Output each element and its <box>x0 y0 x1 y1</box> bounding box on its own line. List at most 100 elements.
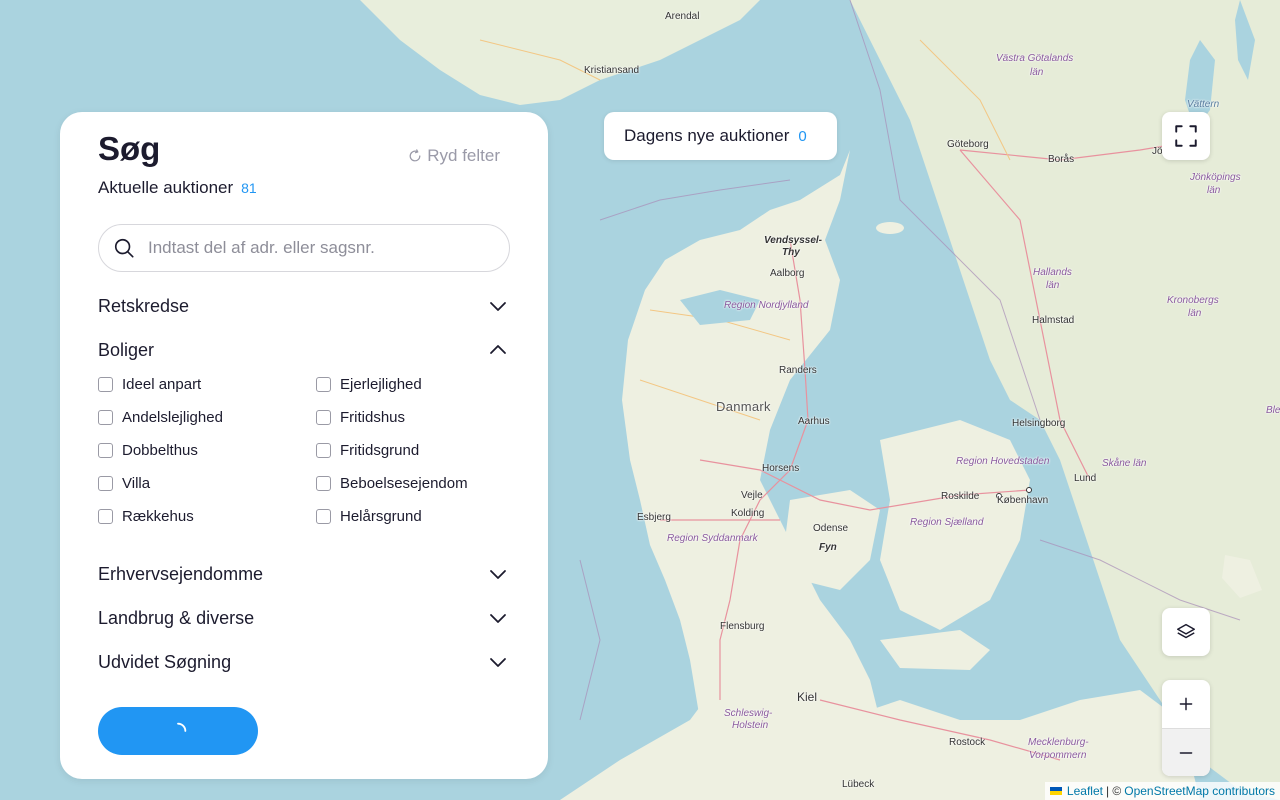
todays-new-auctions[interactable]: Dagens nye auktioner 0 <box>604 112 837 160</box>
region-label: Schleswig- <box>724 708 773 719</box>
checkbox-label: Helårsgrund <box>340 507 422 525</box>
place-label: Halmstad <box>1032 315 1075 326</box>
region-label: län <box>1207 185 1221 196</box>
ukraine-flag-icon <box>1049 787 1062 795</box>
search-submit-button[interactable] <box>98 707 258 755</box>
checkbox-box[interactable] <box>316 376 331 392</box>
map-attribution: Leaflet | © OpenStreetMap contributors <box>1044 782 1280 800</box>
region-label: Vendsyssel- <box>764 235 822 246</box>
checkbox-ejerlejlighed[interactable]: Ejerlejlighed <box>316 374 510 394</box>
section-udvidet-soegning[interactable]: Udvidet Søgning <box>98 648 510 676</box>
boliger-options: Ideel anpart Ejerlejlighed Andelslejligh… <box>98 374 510 526</box>
checkbox-box[interactable] <box>316 409 331 425</box>
zoom-control <box>1162 680 1210 776</box>
place-label: Vejle <box>741 490 763 501</box>
checkbox-label: Ideel anpart <box>122 375 202 393</box>
region-label: Region Nordjylland <box>724 300 809 311</box>
section-landbrug[interactable]: Landbrug & diverse <box>98 604 510 632</box>
checkbox-beboelsesejendom[interactable]: Beboelsesejendom <box>316 473 510 493</box>
section-erhvervsejendomme[interactable]: Erhvervsejendomme <box>98 560 510 588</box>
region-label: Holstein <box>732 720 769 731</box>
osm-link[interactable]: OpenStreetMap contributors <box>1124 784 1275 798</box>
checkbox-dobbelthus[interactable]: Dobbelthus <box>98 440 316 460</box>
region-label: Västra Götalands <box>996 53 1074 64</box>
checkbox-label: Dobbelthus <box>122 441 198 459</box>
place-label: Kristiansand <box>584 65 640 76</box>
todays-new-auctions-label: Dagens nye auktioner <box>624 126 790 145</box>
chevron-down-icon <box>490 658 506 667</box>
place-label: Helsingborg <box>1012 418 1066 429</box>
place-label: Kiel <box>797 690 818 704</box>
region-label: Kronobergs <box>1167 295 1219 306</box>
lake-label: Vättern <box>1187 99 1220 110</box>
leaflet-link[interactable]: Leaflet <box>1067 784 1103 798</box>
minus-icon <box>1179 751 1193 754</box>
checkbox-box[interactable] <box>98 475 113 491</box>
clear-fields-label: Ryd felter <box>427 146 500 165</box>
checkbox-label: Beboelsesejendom <box>340 474 468 492</box>
place-label: Göteborg <box>947 139 989 150</box>
current-auctions: Aktuelle auktioner 81 <box>98 178 257 198</box>
checkbox-ideel-anpart[interactable]: Ideel anpart <box>98 374 316 394</box>
checkbox-label: Ejerlejlighed <box>340 375 422 393</box>
checkbox-raekkehus[interactable]: Rækkehus <box>98 506 316 526</box>
checkbox-box[interactable] <box>98 442 113 458</box>
place-label: Kolding <box>731 508 765 519</box>
zoom-out-button[interactable] <box>1162 728 1210 776</box>
place-label: Borås <box>1048 154 1075 165</box>
place-label: Flensburg <box>720 621 765 632</box>
checkbox-box[interactable] <box>316 508 331 524</box>
search-input[interactable] <box>148 238 478 258</box>
checkbox-box[interactable] <box>316 442 331 458</box>
place-label: Lund <box>1074 473 1097 484</box>
checkbox-fritidsgrund[interactable]: Fritidsgrund <box>316 440 510 460</box>
section-label: Udvidet Søgning <box>98 651 232 672</box>
place-label: Arendal <box>665 11 700 22</box>
place-label: Randers <box>779 365 817 376</box>
checkbox-villa[interactable]: Villa <box>98 473 316 493</box>
checkbox-label: Rækkehus <box>122 507 194 525</box>
region-label: Fyn <box>819 542 837 553</box>
region-label: Region Hovedstaden <box>956 456 1050 467</box>
section-label: Retskredse <box>98 295 190 316</box>
section-retskredse[interactable]: Retskredse <box>98 292 510 320</box>
panel-title: Søg <box>98 130 161 167</box>
zoom-in-button[interactable] <box>1162 680 1210 728</box>
region-label: Region Sjælland <box>910 517 984 528</box>
checkbox-helaarsgrund[interactable]: Helårsgrund <box>316 506 510 526</box>
section-boliger[interactable]: Boliger <box>98 336 510 364</box>
section-label: Landbrug & diverse <box>98 607 255 628</box>
checkbox-fritidshus[interactable]: Fritidshus <box>316 407 510 427</box>
refresh-icon <box>409 149 421 162</box>
region-label: län <box>1046 280 1060 291</box>
checkbox-box[interactable] <box>316 475 331 491</box>
checkbox-box[interactable] <box>98 376 113 392</box>
layers-icon <box>1177 623 1195 639</box>
checkbox-label: Fritidshus <box>340 408 406 426</box>
chevron-down-icon <box>490 302 506 311</box>
place-label: Roskilde <box>941 491 980 502</box>
current-auctions-label: Aktuelle auktioner <box>98 178 234 197</box>
country-label: Danmark <box>716 399 771 414</box>
region-label: Ble <box>1266 405 1280 416</box>
section-label: Boliger <box>98 339 155 360</box>
place-label: Lübeck <box>842 779 875 790</box>
region-label: Vorpommern <box>1029 750 1087 761</box>
attribution-separator: | © <box>1105 784 1122 798</box>
region-label: Region Syddanmark <box>667 533 758 544</box>
checkbox-box[interactable] <box>98 409 113 425</box>
fullscreen-button[interactable] <box>1162 112 1210 160</box>
place-label: Rostock <box>949 737 986 748</box>
layers-button[interactable] <box>1162 608 1210 656</box>
checkbox-label: Villa <box>122 474 151 492</box>
place-label: Horsens <box>762 463 800 474</box>
checkbox-box[interactable] <box>98 508 113 524</box>
region-label: Hallands <box>1033 267 1072 278</box>
region-label: län <box>1188 308 1202 319</box>
clear-fields-button[interactable]: Ryd felter <box>408 146 500 166</box>
checkbox-andelslejlighed[interactable]: Andelslejlighed <box>98 407 316 427</box>
search-field[interactable] <box>98 224 510 272</box>
search-panel: Søg Ryd felter Aktuelle auktioner 81 Ret… <box>60 112 548 779</box>
region-label: Skåne län <box>1102 458 1147 469</box>
checkbox-label: Fritidsgrund <box>340 441 420 459</box>
